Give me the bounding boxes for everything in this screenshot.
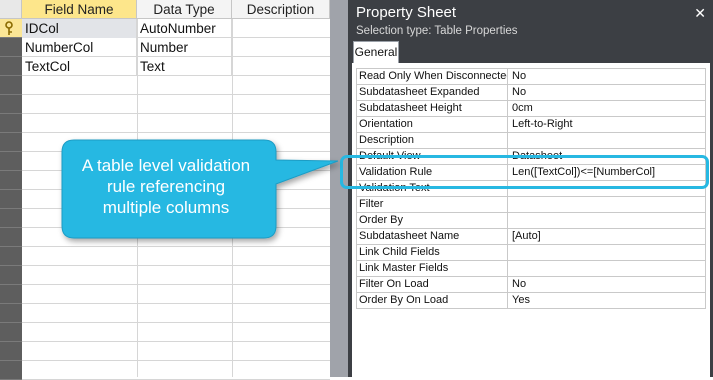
- data-type-cell[interactable]: AutoNumber: [137, 19, 232, 38]
- row-selector[interactable]: [0, 95, 22, 114]
- property-row[interactable]: Filter On Load No: [356, 277, 706, 293]
- property-row[interactable]: Link Master Fields: [356, 261, 706, 277]
- callout-line: A table level validation: [81, 156, 251, 175]
- row-selector[interactable]: [0, 304, 22, 323]
- select-all-corner[interactable]: [0, 0, 22, 19]
- callout-line: rule referencing: [106, 177, 226, 196]
- selection-type-label: Selection type: Table Properties: [356, 25, 518, 37]
- property-name: Link Master Fields: [357, 261, 508, 276]
- property-row[interactable]: Link Child Fields: [356, 245, 706, 261]
- table-row: [22, 76, 330, 95]
- property-name: Read Only When Disconnected: [357, 69, 508, 84]
- table-row: IDCol AutoNumber: [22, 19, 330, 38]
- property-value[interactable]: No: [512, 69, 704, 84]
- callout-text: A table level validation rule referencin…: [66, 155, 266, 218]
- row-selector[interactable]: [0, 171, 22, 190]
- row-selector[interactable]: [0, 361, 22, 380]
- property-value[interactable]: [512, 213, 704, 228]
- row-selector[interactable]: [0, 76, 22, 95]
- row-selector[interactable]: [0, 152, 22, 171]
- property-value[interactable]: No: [512, 85, 704, 100]
- tab-general[interactable]: General: [353, 41, 399, 64]
- row-selector[interactable]: [0, 19, 22, 38]
- table-row: [22, 266, 330, 285]
- row-selector[interactable]: [0, 285, 22, 304]
- table-row: [22, 285, 330, 304]
- table-row: [22, 95, 330, 114]
- property-name: Order By On Load: [357, 293, 508, 308]
- property-value[interactable]: [512, 245, 704, 260]
- property-name: Subdatasheet Expanded: [357, 85, 508, 100]
- column-header-description[interactable]: Description: [232, 0, 330, 19]
- property-value[interactable]: Yes: [512, 293, 704, 308]
- property-name: Description: [357, 133, 508, 148]
- property-value[interactable]: Left-to-Right: [512, 117, 704, 132]
- row-selector[interactable]: [0, 114, 22, 133]
- property-value[interactable]: 0cm: [512, 101, 704, 116]
- row-selector[interactable]: [0, 266, 22, 285]
- table-row: [22, 247, 330, 266]
- table-row: NumberCol Number: [22, 38, 330, 57]
- row-selector[interactable]: [0, 228, 22, 247]
- field-name-cell[interactable]: IDCol: [22, 19, 137, 38]
- property-sheet-titlebar: Property Sheet ✕: [352, 3, 710, 23]
- field-name-cell[interactable]: NumberCol: [22, 38, 137, 57]
- row-selector[interactable]: [0, 57, 22, 76]
- field-name-cell[interactable]: TextCol: [22, 57, 137, 76]
- row-selector[interactable]: [0, 133, 22, 152]
- property-value[interactable]: [Auto]: [512, 229, 704, 244]
- property-value[interactable]: [512, 133, 704, 148]
- primary-key-icon: [5, 21, 13, 35]
- table-row: [22, 361, 330, 380]
- row-selector[interactable]: [0, 342, 22, 361]
- validation-highlight-box: [340, 155, 709, 189]
- column-header-field-name[interactable]: Field Name: [22, 0, 137, 19]
- row-selector[interactable]: [0, 209, 22, 228]
- row-selector[interactable]: [0, 190, 22, 209]
- callout-line: multiple columns: [102, 198, 230, 217]
- property-value[interactable]: [512, 261, 704, 276]
- table-row: [22, 304, 330, 323]
- property-name: Subdatasheet Name: [357, 229, 508, 244]
- property-name: Filter On Load: [357, 277, 508, 292]
- table-row: [22, 323, 330, 342]
- property-name: Filter: [357, 197, 508, 212]
- table-row: [22, 114, 330, 133]
- data-type-cell[interactable]: Number: [137, 38, 232, 57]
- row-selector[interactable]: [0, 38, 22, 57]
- property-value[interactable]: [512, 197, 704, 212]
- row-selector[interactable]: [0, 323, 22, 342]
- property-name: Subdatasheet Height: [357, 101, 508, 116]
- row-selector[interactable]: [0, 247, 22, 266]
- property-row[interactable]: Order By: [356, 213, 706, 229]
- property-name: Orientation: [357, 117, 508, 132]
- property-row[interactable]: Subdatasheet Name [Auto]: [356, 229, 706, 245]
- property-row[interactable]: Read Only When Disconnected No: [356, 68, 706, 85]
- table-row: [22, 342, 330, 361]
- property-row[interactable]: Description: [356, 133, 706, 149]
- property-value[interactable]: No: [512, 277, 704, 292]
- property-row[interactable]: Subdatasheet Height 0cm: [356, 101, 706, 117]
- table-row: TextCol Text: [22, 57, 330, 76]
- data-type-cell[interactable]: Text: [137, 57, 232, 76]
- property-name: Order By: [357, 213, 508, 228]
- property-row[interactable]: Orientation Left-to-Right: [356, 117, 706, 133]
- property-sheet-title: Property Sheet: [356, 4, 457, 21]
- property-row[interactable]: Order By On Load Yes: [356, 293, 706, 309]
- column-header-data-type[interactable]: Data Type: [137, 0, 232, 19]
- close-icon[interactable]: ✕: [694, 4, 706, 22]
- property-row[interactable]: Filter: [356, 197, 706, 213]
- table-row: [22, 228, 330, 247]
- property-name: Link Child Fields: [357, 245, 508, 260]
- table-row: [22, 133, 330, 152]
- property-row[interactable]: Subdatasheet Expanded No: [356, 85, 706, 101]
